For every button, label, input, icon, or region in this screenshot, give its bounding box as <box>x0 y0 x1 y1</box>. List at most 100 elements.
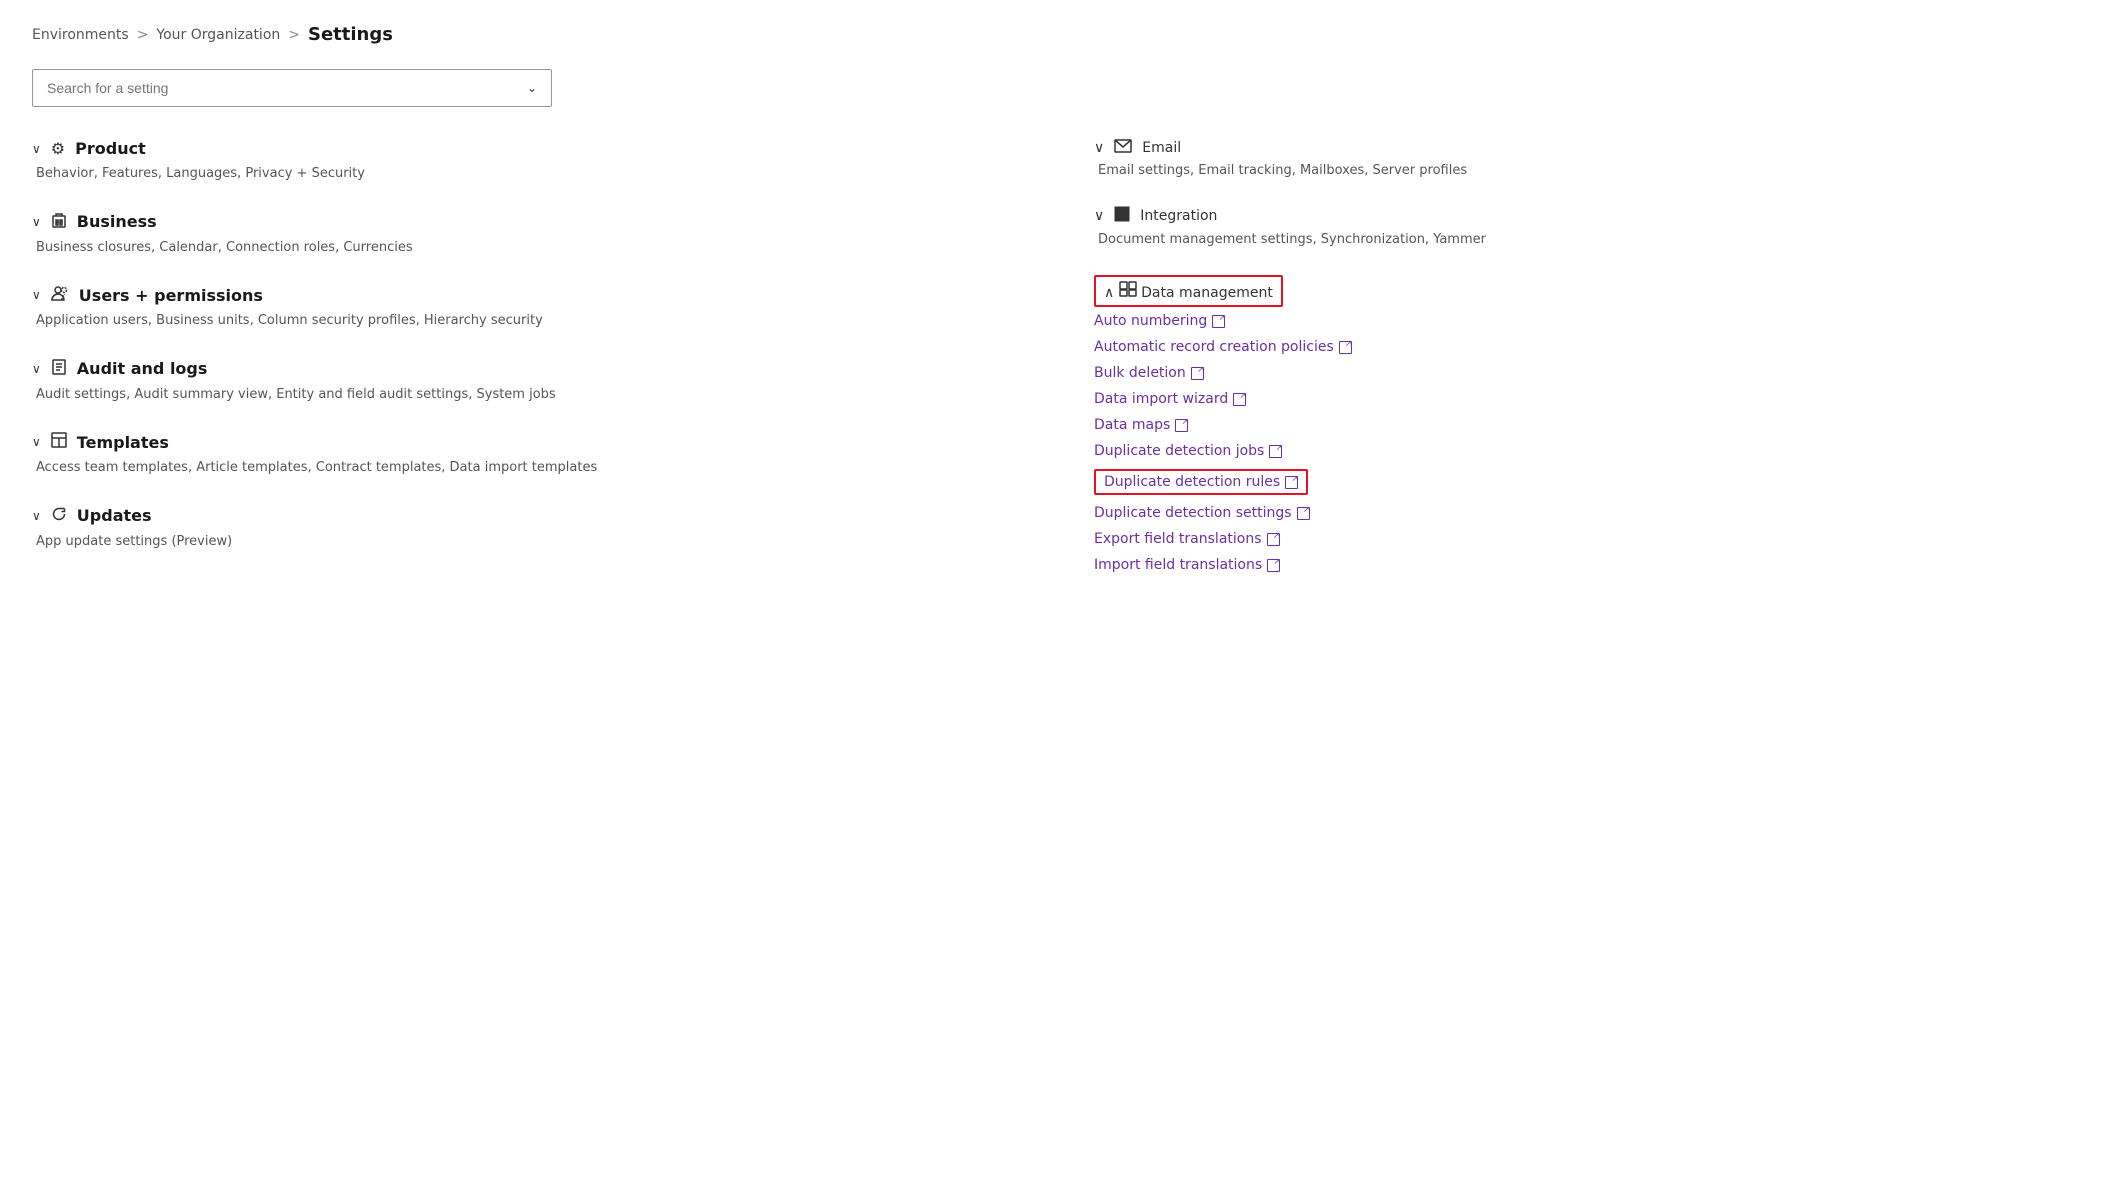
search-bar[interactable]: ⌄ <box>32 69 552 107</box>
dm-link-automatic-record: Automatic record creation policies <box>1094 339 2096 355</box>
data-management-icon <box>1119 285 1141 301</box>
updates-icon <box>51 506 67 526</box>
section-business-header[interactable]: ∨ Business <box>32 212 1034 232</box>
section-integration-title: Integration <box>1140 208 1217 224</box>
section-audit-title: Audit and logs <box>77 359 208 378</box>
section-updates-desc: App update settings (Preview) <box>36 532 1034 552</box>
duplicate-detection-settings-label: Duplicate detection settings <box>1094 505 1292 521</box>
auto-numbering-label: Auto numbering <box>1094 313 1207 329</box>
chevron-templates-icon: ∨ <box>32 435 41 449</box>
section-templates-header[interactable]: ∨ Templates <box>32 432 1034 452</box>
external-link-icon <box>1175 419 1188 432</box>
data-import-wizard-label: Data import wizard <box>1094 391 1228 407</box>
external-link-icon <box>1267 559 1280 572</box>
duplicate-detection-settings-link[interactable]: Duplicate detection settings <box>1094 505 1310 521</box>
external-link-icon <box>1267 533 1280 546</box>
import-field-translations-link[interactable]: Import field translations <box>1094 557 1280 573</box>
bulk-deletion-label: Bulk deletion <box>1094 365 1186 381</box>
users-icon <box>51 285 69 305</box>
section-product: ∨ ⚙ Product Behavior, Features, Language… <box>32 139 1034 184</box>
breadcrumb: Environments > Your Organization > Setti… <box>32 24 2096 45</box>
external-link-icon <box>1269 445 1282 458</box>
section-product-title: Product <box>75 139 146 158</box>
chevron-audit-icon: ∨ <box>32 362 41 376</box>
section-audit-desc: Audit settings, Audit summary view, Enti… <box>36 385 1034 405</box>
section-users-header[interactable]: ∨ Users + permissions <box>32 285 1034 305</box>
section-audit-header[interactable]: ∨ Audit and logs <box>32 359 1034 379</box>
dm-link-data-maps: Data maps <box>1094 417 2096 433</box>
chevron-integration-icon: ∨ <box>1094 208 1104 224</box>
breadcrumb-org[interactable]: Your Organization <box>156 27 280 43</box>
dm-link-data-import-wizard: Data import wizard <box>1094 391 2096 407</box>
audit-icon <box>51 359 67 379</box>
section-updates: ∨ Updates App update settings (Preview) <box>32 506 1034 552</box>
gear-icon: ⚙ <box>51 139 65 158</box>
external-link-icon <box>1191 367 1204 380</box>
search-input[interactable] <box>47 80 527 96</box>
duplicate-detection-jobs-label: Duplicate detection jobs <box>1094 443 1264 459</box>
section-business-desc: Business closures, Calendar, Connection … <box>36 238 1034 258</box>
section-integration-header[interactable]: ∨ Integration <box>1094 206 2096 226</box>
external-link-icon <box>1285 476 1298 489</box>
section-business-title: Business <box>77 212 157 231</box>
dm-link-import-field-translations: Import field translations <box>1094 557 2096 573</box>
duplicate-detection-rules-label: Duplicate detection rules <box>1104 474 1280 490</box>
dm-link-auto-numbering: Auto numbering <box>1094 313 2096 329</box>
breadcrumb-sep2: > <box>288 27 300 43</box>
data-maps-label: Data maps <box>1094 417 1170 433</box>
dm-link-duplicate-detection-jobs: Duplicate detection jobs <box>1094 443 2096 459</box>
breadcrumb-environments[interactable]: Environments <box>32 27 129 43</box>
section-users-title: Users + permissions <box>79 286 263 305</box>
duplicate-detection-jobs-link[interactable]: Duplicate detection jobs <box>1094 443 1282 459</box>
section-templates: ∨ Templates Access team templates, Artic… <box>32 432 1034 478</box>
import-field-translations-label: Import field translations <box>1094 557 1262 573</box>
settings-grid: ∨ ⚙ Product Behavior, Features, Language… <box>32 139 2096 601</box>
automatic-record-link[interactable]: Automatic record creation policies <box>1094 339 1352 355</box>
breadcrumb-sep1: > <box>137 27 149 43</box>
chevron-updates-icon: ∨ <box>32 509 41 523</box>
section-integration: ∨ Integration Document management settin… <box>1094 206 2096 247</box>
section-updates-header[interactable]: ∨ Updates <box>32 506 1034 526</box>
auto-numbering-link[interactable]: Auto numbering <box>1094 313 1225 329</box>
section-audit: ∨ Audit and logs Audit settings, Audit s… <box>32 359 1034 405</box>
section-email-title: Email <box>1142 140 1181 156</box>
dm-link-duplicate-detection-settings: Duplicate detection settings <box>1094 505 2096 521</box>
templates-icon <box>51 432 67 452</box>
section-email-header[interactable]: ∨ Email <box>1094 139 2096 157</box>
section-data-management-header[interactable]: ∧ Data management <box>1094 275 2096 307</box>
data-import-wizard-link[interactable]: Data import wizard <box>1094 391 1246 407</box>
dm-link-bulk-deletion: Bulk deletion <box>1094 365 2096 381</box>
email-icon <box>1114 139 1132 157</box>
right-column: ∨ Email Email settings, Email tracking, … <box>1094 139 2096 601</box>
chevron-product-icon: ∨ <box>32 142 41 156</box>
section-product-desc: Behavior, Features, Languages, Privacy +… <box>36 164 1034 184</box>
dm-link-duplicate-detection-rules: Duplicate detection rules <box>1094 469 2096 495</box>
data-management-highlight-box: ∧ Data management <box>1094 275 1283 307</box>
section-product-header[interactable]: ∨ ⚙ Product <box>32 139 1034 158</box>
data-maps-link[interactable]: Data maps <box>1094 417 1188 433</box>
section-business: ∨ Business Business closures, Calendar, … <box>32 212 1034 258</box>
section-email-desc: Email settings, Email tracking, Mailboxe… <box>1098 163 2096 178</box>
chevron-users-icon: ∨ <box>32 288 41 302</box>
chevron-business-icon: ∨ <box>32 215 41 229</box>
section-integration-desc: Document management settings, Synchroniz… <box>1098 232 2096 247</box>
section-email: ∨ Email Email settings, Email tracking, … <box>1094 139 2096 178</box>
left-column: ∨ ⚙ Product Behavior, Features, Language… <box>32 139 1034 601</box>
external-link-icon <box>1233 393 1246 406</box>
chevron-email-icon: ∨ <box>1094 140 1104 156</box>
section-templates-title: Templates <box>77 433 169 452</box>
chevron-down-icon: ⌄ <box>527 81 537 95</box>
external-link-icon <box>1339 341 1352 354</box>
section-users-permissions: ∨ Users + permissions Application users,… <box>32 285 1034 331</box>
section-updates-title: Updates <box>77 506 152 525</box>
automatic-record-label: Automatic record creation policies <box>1094 339 1334 355</box>
duplicate-detection-rules-link[interactable]: Duplicate detection rules <box>1094 469 1308 495</box>
external-link-icon <box>1297 507 1310 520</box>
bulk-deletion-link[interactable]: Bulk deletion <box>1094 365 1204 381</box>
chevron-data-mgmt-icon: ∧ <box>1104 285 1114 301</box>
external-link-icon <box>1212 315 1225 328</box>
building-icon <box>51 212 67 232</box>
dm-link-export-field-translations: Export field translations <box>1094 531 2096 547</box>
export-field-translations-link[interactable]: Export field translations <box>1094 531 1280 547</box>
section-templates-desc: Access team templates, Article templates… <box>36 458 1034 478</box>
